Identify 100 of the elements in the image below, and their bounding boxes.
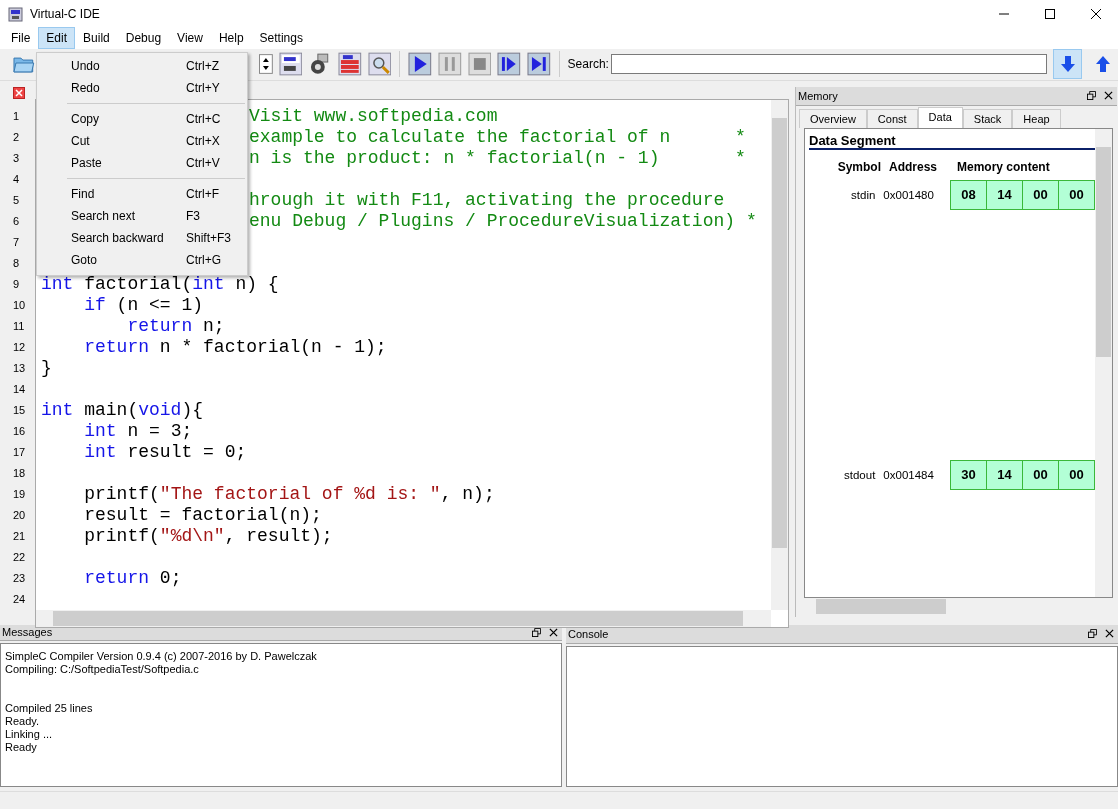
line-number: 5 [12, 192, 21, 208]
column-header: Address [888, 159, 939, 174]
magnifier-icon[interactable] [367, 52, 392, 77]
code-line: example to calculate the factorial of n * [249, 126, 746, 147]
code-line: int factorial(int n) { [41, 273, 279, 294]
menu-entry[interactable]: Goto Ctrl+G [37, 249, 247, 271]
brick-wall-icon[interactable] [337, 52, 362, 77]
message-line: Compiling: C:/SoftpediaTest/Softpedia.c [5, 662, 200, 676]
column-header: Symbol [836, 159, 881, 174]
play-icon[interactable] [408, 52, 432, 77]
menu-entry[interactable]: Search backward Shift+F3 [37, 227, 247, 249]
code-line: printf("%d\n", result); [83, 525, 333, 546]
line-number: 23 [12, 570, 27, 586]
byte-cell: 00 [1023, 460, 1059, 489]
code-line: printf("The factorial of %d is: ", n); [83, 483, 495, 504]
restore-icon[interactable] [532, 627, 541, 637]
line-number: 10 [12, 297, 27, 313]
close-icon[interactable] [1105, 629, 1114, 639]
vertical-scrollbar[interactable] [771, 99, 788, 610]
message-line: Linking ... [5, 727, 54, 741]
code-line: int n = 3; [83, 420, 193, 441]
menu-entry[interactable]: Find Ctrl+F [37, 183, 247, 205]
line-number: 14 [12, 381, 27, 397]
symbol-name: stdin [850, 188, 876, 201]
byte-cell: 00 [1023, 180, 1059, 209]
panel-title: Console [568, 627, 609, 640]
menu-entry[interactable]: Search next F3 [37, 205, 247, 227]
code-line: enu Debug / Plugins / ProcedureVisualization) * [249, 210, 757, 231]
code-line: n is the product: n * factorial(n - 1) * [249, 147, 746, 168]
restore-icon[interactable] [1088, 629, 1097, 639]
line-number: 12 [12, 339, 27, 355]
maximize-icon[interactable] [1044, 7, 1056, 20]
panel-title: Memory [798, 89, 838, 102]
message-line: Ready [5, 740, 38, 754]
spin-box[interactable] [258, 54, 273, 75]
memory-tab[interactable]: Const [866, 108, 918, 128]
menu-entry[interactable]: Copy Ctrl+C [37, 108, 247, 130]
line-number: 24 [12, 591, 27, 607]
line-number: 9 [12, 276, 21, 292]
code-line: int result = 0; [83, 441, 247, 462]
close-icon[interactable] [1104, 91, 1113, 101]
line-number: 4 [12, 171, 21, 187]
line-number: 22 [12, 549, 27, 565]
byte-cell: 00 [1059, 180, 1095, 209]
symbol-name: stdout [843, 468, 876, 481]
code-line: return n * factorial(n - 1); [83, 336, 387, 357]
byte-cell: 14 [987, 460, 1023, 489]
step-icon[interactable] [497, 52, 521, 77]
search-label: Search: [567, 57, 609, 72]
close-icon[interactable] [549, 627, 558, 637]
code-line: return 0; [83, 567, 182, 588]
stop-icon[interactable] [467, 52, 492, 77]
line-number: 18 [12, 465, 27, 481]
code-line: int main(void){ [41, 399, 204, 420]
message-line: Ready. [5, 714, 41, 728]
line-number: 17 [12, 444, 27, 460]
vertical-scrollbar[interactable] [1095, 128, 1112, 597]
menu-entry[interactable]: Cut Ctrl+X [37, 130, 247, 152]
menu-item[interactable]: Debug [117, 27, 170, 50]
byte-cell: 08 [951, 180, 987, 209]
menu-entry[interactable]: Undo Ctrl+Z [37, 55, 247, 77]
close-tab-icon[interactable] [13, 86, 25, 99]
search-down-button[interactable] [1052, 49, 1083, 80]
search-field[interactable] [610, 54, 1047, 75]
horizontal-scrollbar[interactable] [36, 609, 771, 627]
byte-cell: 30 [951, 460, 987, 489]
menu-item[interactable]: View [169, 27, 211, 50]
menu-item[interactable]: Help [210, 27, 252, 50]
memory-tab[interactable]: Data [917, 106, 963, 128]
message-line: SimpleC Compiler Version 0.9.4 (c) 2007-2016 by D. Pawelczak [5, 649, 318, 663]
line-number: 3 [12, 150, 21, 166]
window-title: Virtual-C IDE [30, 6, 100, 21]
memory-tab[interactable]: Overview [799, 108, 867, 128]
address: 0x001480 [882, 188, 935, 201]
code-line: return n; [126, 315, 225, 336]
memory-tab[interactable]: Heap [1012, 108, 1061, 128]
line-number: 2 [12, 129, 21, 145]
section-heading: Data Segment [809, 132, 1095, 150]
panel-title: Messages [2, 626, 53, 639]
line-number: 8 [12, 255, 21, 271]
line-number: 6 [12, 213, 21, 229]
menu-item[interactable]: Settings [251, 27, 311, 50]
address: 0x001484 [882, 468, 935, 481]
menu-entry[interactable]: Redo Ctrl+Y [37, 77, 247, 99]
menu-entry[interactable]: Paste Ctrl+V [37, 152, 247, 174]
code-line: Visit www.softpedia.com [249, 105, 498, 126]
byte-cell: 00 [1059, 460, 1095, 489]
close-icon[interactable] [1090, 7, 1102, 20]
line-number: 19 [12, 486, 27, 502]
line-number: 15 [12, 402, 27, 418]
menu-item[interactable]: File [3, 27, 39, 50]
menu-item[interactable]: Build [75, 27, 118, 50]
menu-item[interactable]: Edit [38, 27, 76, 50]
line-number: 20 [12, 507, 27, 523]
message-line: Compiled 25 lines [5, 701, 94, 715]
memory-tab[interactable]: Stack [962, 108, 1013, 128]
line-number: 21 [12, 528, 27, 544]
restore-icon[interactable] [1087, 91, 1096, 101]
step-to-end-icon[interactable] [526, 52, 551, 77]
code-line: hrough it with F11, activating the procedure [249, 189, 725, 210]
